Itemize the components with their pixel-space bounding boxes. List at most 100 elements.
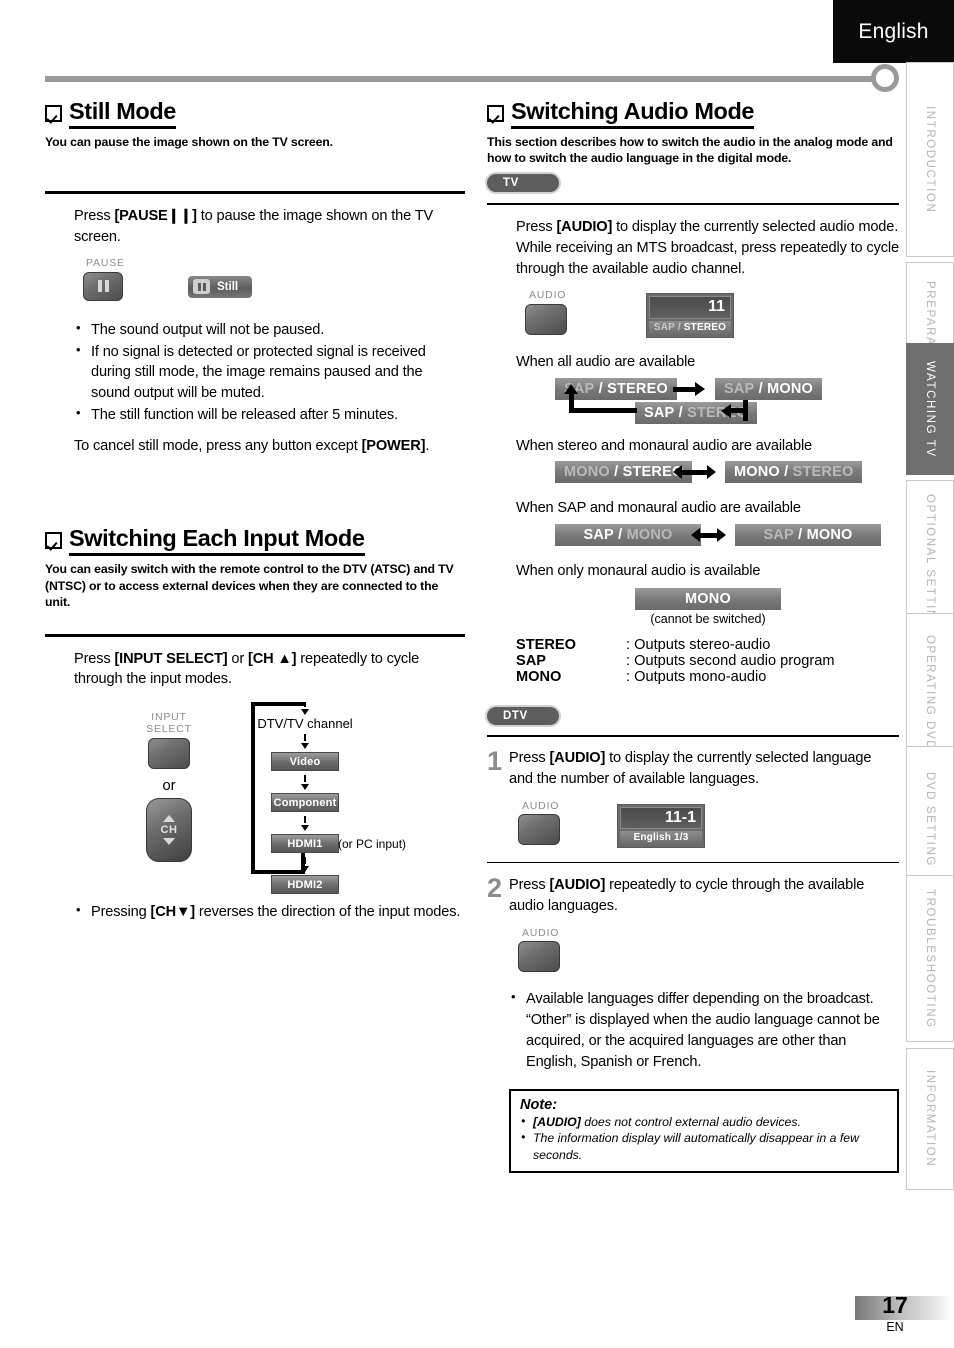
still-mode-cancel-note: To cancel still mode, press any button e… — [74, 436, 465, 457]
still-mode-heading: Still Mode — [45, 98, 465, 130]
instruction-prefix: Press — [74, 650, 115, 667]
osd-channel-number: 11-1 — [620, 806, 702, 830]
sidebar-item-introduction[interactable]: INTRODUCTION — [906, 62, 954, 257]
arrow-up-icon — [564, 383, 578, 394]
sidebar-item-dvd-setting[interactable]: DVD SETTING — [906, 746, 954, 892]
audio-button-icon[interactable] — [518, 941, 560, 973]
osd-language-label: English 1/3 — [620, 831, 702, 846]
audio-state-box: SAP / MONO — [715, 377, 823, 400]
status-badge-tv: TV — [487, 173, 559, 192]
note-title: Note: — [520, 1097, 558, 1114]
arrow-down-icon — [301, 784, 309, 791]
tv-osd-display: 11 SAP / STEREO — [646, 293, 734, 338]
audio-mode-subtitle: This section describes how to switch the… — [487, 135, 893, 166]
pause-button-caption: PAUSE — [86, 257, 125, 270]
sidebar-item-information[interactable]: INFORMATION — [906, 1048, 954, 1190]
audio-term-definitions: STEREO : Outputs stereo-audio SAP : Outp… — [516, 637, 899, 685]
list-item: Available languages differ depending on … — [509, 988, 899, 1072]
audio-state-box: SAP / MONO — [735, 524, 881, 547]
definition-term: STEREO — [516, 636, 577, 653]
arrow-right-icon — [707, 465, 716, 480]
flow-item-component: Component — [271, 793, 339, 813]
still-mode-section: Still Mode You can pause the image shown… — [45, 98, 465, 457]
tv-section-top-rule — [487, 202, 899, 206]
flow-first-item: DTV/TV channel — [257, 716, 353, 732]
audio-button-graphic: AUDIO — [509, 926, 617, 973]
loop-right-horizontal — [730, 407, 748, 413]
section-tab-rail: INTRODUCTION PREPARATION WATCHING TV OPT… — [906, 62, 954, 1190]
step-number: 2 — [487, 873, 503, 904]
arrow-down-icon — [301, 866, 309, 873]
audio-button-icon[interactable] — [518, 814, 560, 846]
power-key-label: [POWER] — [361, 438, 426, 455]
input-select-key-label: [INPUT SELECT] — [114, 650, 228, 667]
sidebar-item-label: TROUBLESHOOTING — [924, 888, 936, 1029]
instruction-prefix: Press — [74, 207, 115, 224]
still-osd-label: Still — [217, 280, 239, 293]
definition-row: STEREO : Outputs stereo-audio — [516, 637, 899, 653]
ch-up-key-label: [CH ▲] — [248, 650, 297, 667]
still-mode-top-rule — [45, 191, 465, 194]
case3-caption: When SAP and monaural audio are availabl… — [516, 500, 801, 517]
dtv-osd-display: 11-1 English 1/3 — [617, 803, 705, 849]
step-2-text: Press [AUDIO] repeatedly to cycle throug… — [509, 877, 865, 915]
audio-state-box-mono: MONO — [635, 587, 781, 610]
arrow-right-shaft — [673, 386, 697, 392]
page-number: 17 — [882, 1292, 908, 1318]
audio-button-icon[interactable] — [525, 303, 567, 335]
pause-button-graphic: PAUSE — [74, 258, 180, 301]
audio-mode-section: Switching Audio Mode This section descri… — [487, 98, 899, 1173]
input-select-button-graphic: INPUT SELECT or CH — [121, 711, 217, 863]
audio-key-label: [AUDIO] — [549, 750, 606, 767]
sidebar-item-watching-tv[interactable]: WATCHING TV — [906, 343, 954, 475]
double-arrow-shaft — [697, 533, 719, 539]
osd-audio-mode: SAP / STEREO — [649, 320, 731, 335]
arrow-down-icon — [301, 709, 309, 716]
step-1-graphics: AUDIO 11-1 English 1/3 — [509, 799, 899, 849]
checkbox-icon — [45, 105, 62, 122]
page-title: Still Mode — [69, 98, 176, 130]
still-mode-graphics: PAUSE Still — [74, 258, 465, 301]
case4-note: (cannot be switched) — [650, 611, 766, 626]
checkbox-icon — [45, 532, 62, 550]
still-mode-instruction: Press [PAUSE❙❙] to pause the image shown… — [74, 207, 434, 245]
audio-key-label: [AUDIO] — [533, 1115, 581, 1130]
sidebar-item-troubleshooting[interactable]: TROUBLESHOOTING — [906, 875, 954, 1042]
definition-desc: : Outputs stereo-audio — [626, 636, 771, 653]
arrow-right-icon — [695, 381, 705, 396]
pause-icon — [97, 280, 109, 293]
audio-state-box: SAP / STEREO — [635, 401, 757, 424]
input-mode-instruction: Press [INPUT SELECT] or [CH ▲] repeatedl… — [74, 649, 465, 690]
audio-button-caption: AUDIO — [529, 289, 567, 302]
audio-button-caption: AUDIO — [522, 926, 560, 939]
osd-channel-number: 11 — [649, 296, 731, 319]
list-item: If no signal is detected or protected si… — [74, 341, 465, 404]
flow-column: DTV/TV channel Video Component HDMI1 (or… — [210, 702, 406, 895]
note-item: [AUDIO] does not control external audio … — [520, 1113, 888, 1130]
section-title: Switching Each Input Mode — [69, 525, 365, 557]
page-language-code: EN — [886, 1320, 904, 1334]
note-box: Note: [AUDIO] does not control external … — [509, 1089, 899, 1173]
audio-state-box: MONO / STEREO — [555, 461, 693, 484]
input-mode-bullet-list: Pressing [CH▼] reverses the direction of… — [74, 901, 465, 923]
case3-diagram: SAP / MONO SAP / MONO — [487, 524, 899, 558]
case2-diagram: MONO / STEREO MONO / STEREO — [487, 461, 899, 495]
dtv-step-2: 2 Press [AUDIO] repeatedly to cycle thro… — [487, 875, 899, 1073]
cancel-note-prefix: To cancel still mode, press any button e… — [74, 438, 362, 455]
pause-button-icon[interactable] — [83, 271, 123, 301]
audio-mode-heading: Switching Audio Mode — [487, 98, 899, 130]
audio-state-box: SAP / MONO — [555, 524, 701, 547]
cancel-note-suffix: . — [425, 438, 430, 455]
arrow-down-icon — [301, 825, 309, 832]
section-title: Switching Audio Mode — [511, 98, 754, 130]
input-mode-heading: Switching Each Input Mode — [45, 525, 465, 557]
pause-key-label: [PAUSE — [114, 207, 168, 224]
input-mode-diagram: INPUT SELECT or CH DTV/TV channel Video … — [45, 702, 465, 895]
ch-rocker-button-icon[interactable]: CH — [146, 798, 192, 863]
input-mode-section: Switching Each Input Mode You can easily… — [45, 525, 465, 923]
audio-button-caption: AUDIO — [522, 799, 560, 812]
flow-item-hdmi1: HDMI1 — [271, 834, 339, 854]
arrow-right-icon — [717, 528, 726, 543]
instruction-prefix: Press — [516, 219, 557, 236]
input-select-button-icon[interactable] — [148, 738, 190, 770]
